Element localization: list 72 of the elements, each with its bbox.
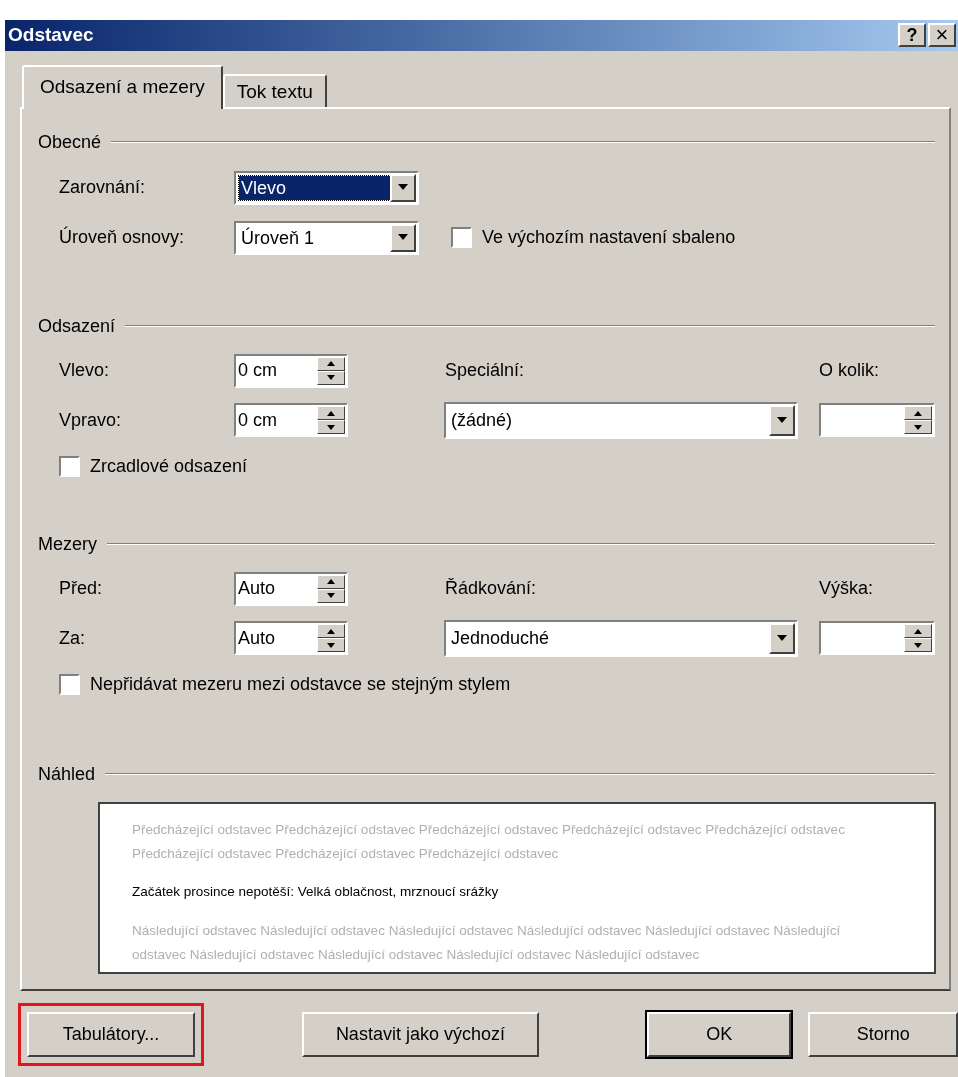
help-button[interactable]: ?: [898, 23, 926, 48]
checkbox-label: Zrcadlové odsazení: [90, 454, 248, 478]
dropdown-arrow-button[interactable]: [769, 404, 795, 436]
spin-down-button[interactable]: [904, 420, 932, 435]
spin-up-button[interactable]: [317, 356, 345, 371]
dialog-button[interactable]: OK: [646, 1011, 792, 1057]
field-label: Vlevo:: [59, 359, 111, 383]
dropdown-arrow-button[interactable]: [769, 622, 795, 654]
field-label: O kolik:: [819, 359, 879, 383]
field-label: Úroveň osnovy:: [59, 225, 186, 250]
checkbox-label: Ve výchozím nastavení sbaleno: [482, 226, 736, 250]
caret-up-icon: [326, 579, 336, 585]
dropdown[interactable]: (žádné): [444, 401, 798, 439]
spin-down-button[interactable]: [317, 638, 345, 653]
field-label: Před:: [59, 577, 104, 601]
field-label: Za:: [59, 626, 86, 650]
spin-up-button[interactable]: [317, 624, 345, 639]
field-label: Vpravo:: [59, 408, 123, 432]
spin-field[interactable]: 0 cm: [234, 353, 348, 388]
caret-down-icon: [776, 416, 788, 424]
tab[interactable]: Tok textu: [222, 73, 327, 109]
dialog-button[interactable]: Storno: [808, 1011, 958, 1057]
dropdown[interactable]: Jednoduché: [444, 619, 798, 657]
field-label: Speciální:: [445, 359, 526, 383]
spin-down-button[interactable]: [317, 420, 345, 435]
caret-down-icon: [913, 642, 923, 648]
caret-down-icon: [326, 593, 336, 599]
spin-field[interactable]: [819, 403, 935, 438]
section-heading: Obecné: [38, 130, 103, 154]
checkbox[interactable]: [59, 673, 80, 695]
spin-up-button[interactable]: [317, 406, 345, 421]
dropdown-arrow-button[interactable]: [390, 223, 416, 252]
caret-up-icon: [913, 628, 923, 634]
field-label: Výška:: [819, 577, 874, 601]
spin-up-button[interactable]: [904, 406, 932, 421]
checkbox[interactable]: [59, 455, 80, 477]
caret-up-icon: [326, 628, 336, 634]
preview-text: Následující odstavec Následující odstavec Následující odstavec Následující odstavec Následující odstavec Následující odstavec Následující odstavec Následující odstavec Následující odstavec Následující odstavec: [132, 921, 842, 964]
tab[interactable]: Odsazení a mezery: [22, 64, 223, 109]
section-heading: Náhled: [38, 762, 97, 786]
close-button[interactable]: ×: [928, 23, 956, 48]
dropdown[interactable]: Úroveň 1: [234, 220, 419, 255]
window-title: Odstavec: [8, 23, 95, 48]
dropdown-arrow-button[interactable]: [390, 173, 416, 202]
checkbox[interactable]: [451, 227, 472, 249]
spin-field[interactable]: 0 cm: [234, 403, 348, 438]
caret-down-icon: [326, 642, 336, 648]
spin-up-button[interactable]: [904, 624, 932, 639]
caret-down-icon: [326, 424, 336, 430]
caret-up-icon: [326, 410, 336, 416]
spin-field[interactable]: Auto: [234, 571, 348, 606]
preview-text: Začátek prosince nepotěší: Velká oblačnost, mrznoucí srážky: [132, 882, 500, 901]
caret-down-icon: [397, 184, 409, 192]
caret-down-icon: [913, 424, 923, 430]
dialog-button[interactable]: Tabulátory...: [27, 1011, 195, 1057]
field-label: Zarovnání:: [59, 176, 147, 200]
caret-up-icon: [326, 361, 336, 367]
field-label: Řádkování:: [445, 577, 538, 601]
spin-down-button[interactable]: [904, 638, 932, 653]
dropdown[interactable]: Vlevo: [234, 170, 419, 205]
section-heading: Mezery: [38, 532, 98, 556]
caret-down-icon: [326, 375, 336, 381]
spin-field[interactable]: [819, 621, 935, 656]
caret-up-icon: [913, 410, 923, 416]
caret-down-icon: [776, 634, 788, 642]
section-heading: Odsazení: [38, 314, 117, 338]
spin-field[interactable]: Auto: [234, 621, 348, 656]
caret-down-icon: [397, 234, 409, 242]
spin-up-button[interactable]: [317, 574, 345, 589]
checkbox-label: Nepřidávat mezeru mezi odstavce se stejným stylem: [90, 672, 511, 696]
dialog-button[interactable]: Nastavit jako výchozí: [302, 1011, 539, 1057]
preview-text: Předcházející odstavec Předcházející odstavec Předcházející odstavec Předcházející odstavec Předcházející odstavec Předcházející odstavec Předcházející odstavec Předcházející odstavec: [132, 820, 846, 863]
